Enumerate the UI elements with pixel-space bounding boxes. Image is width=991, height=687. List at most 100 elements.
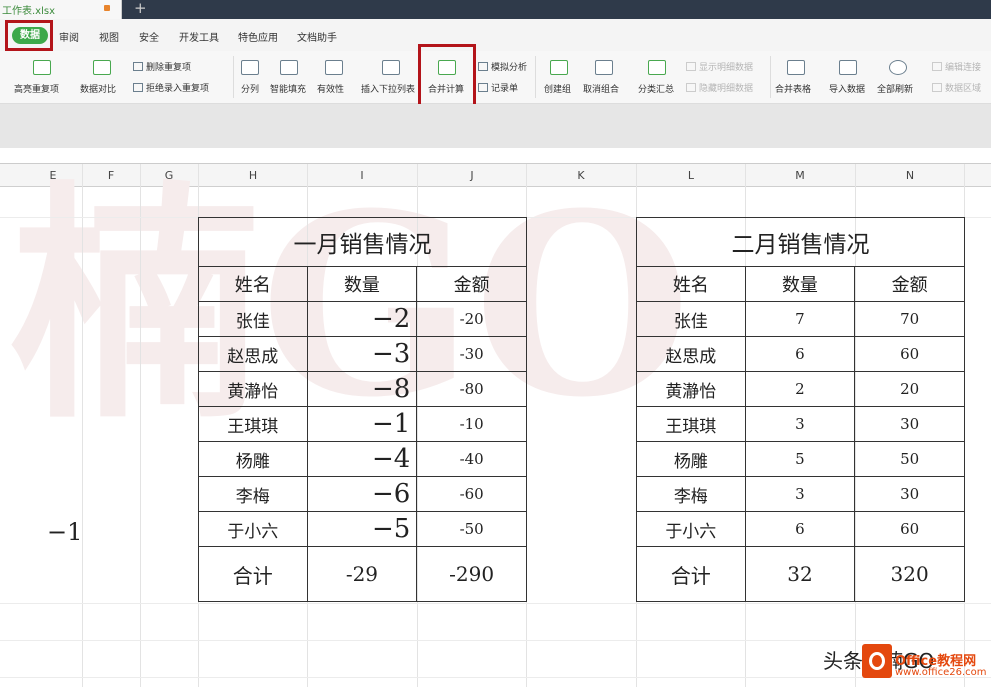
column-header-f[interactable]: F [103, 169, 119, 182]
show-detail-button[interactable]: 显示明细数据 [686, 60, 753, 73]
column-header-e[interactable]: E [45, 169, 61, 182]
amount-cell[interactable]: -40 [416, 441, 527, 477]
ungroup-button[interactable]: 取消组合 [583, 82, 619, 95]
amount-cell[interactable]: -20 [416, 301, 527, 337]
column-header-n[interactable]: N [902, 169, 918, 182]
refresh-all-button[interactable]: 全部刷新 [877, 82, 913, 95]
qty-cell[interactable]: 7 [744, 301, 856, 337]
name-cell[interactable]: 赵思成 [636, 336, 746, 372]
qty-cell[interactable]: −3 [306, 336, 418, 372]
name-cell[interactable]: 杨雕 [636, 441, 746, 477]
name-cell[interactable]: 王琪琪 [198, 406, 308, 442]
ribbon-separator [770, 56, 771, 98]
column-header-l[interactable]: L [683, 169, 699, 182]
amount-cell[interactable]: 30 [854, 406, 965, 442]
hide-detail-label: 隐藏明细数据 [699, 84, 754, 94]
header-amount[interactable]: 金额 [416, 266, 527, 302]
amount-cell[interactable]: 30 [854, 476, 965, 512]
name-cell[interactable]: 王琪琪 [636, 406, 746, 442]
column-header-g[interactable]: G [161, 169, 177, 182]
total-label[interactable]: 合计 [198, 546, 308, 602]
total-amount[interactable]: -290 [416, 546, 527, 602]
name-cell[interactable]: 李梅 [636, 476, 746, 512]
plus-icon[interactable]: + [134, 0, 147, 17]
import-data-button[interactable]: 导入数据 [829, 82, 865, 95]
insert-dropdown-button[interactable]: 插入下拉列表 [361, 82, 415, 95]
qty-cell[interactable]: 3 [744, 406, 856, 442]
qty-cell[interactable]: −4 [306, 441, 418, 477]
qty-cell[interactable]: 2 [744, 371, 856, 407]
total-qty[interactable]: -29 [306, 546, 418, 602]
reject-dup-label: 拒绝录入重复项 [146, 84, 210, 94]
header-qty[interactable]: 数量 [306, 266, 418, 302]
amount-cell[interactable]: 60 [854, 336, 965, 372]
qty-cell[interactable]: 5 [744, 441, 856, 477]
column-header-h[interactable]: H [245, 169, 261, 182]
menu-developer[interactable]: 开发工具 [179, 29, 219, 44]
hide-detail-button[interactable]: 隐藏明细数据 [686, 81, 753, 94]
amount-cell[interactable]: -60 [416, 476, 527, 512]
qty-cell[interactable]: −8 [306, 371, 418, 407]
qty-cell[interactable]: −1 [306, 406, 418, 442]
january-title[interactable]: 一月销售情况 [198, 217, 527, 267]
february-title[interactable]: 二月销售情况 [636, 217, 965, 267]
qty-cell[interactable]: −2 [306, 301, 418, 337]
merge-tables-button[interactable]: 合并表格 [775, 82, 811, 95]
column-header-m[interactable]: M [792, 169, 808, 182]
menu-review[interactable]: 审阅 [59, 29, 79, 44]
name-cell[interactable]: 赵思成 [198, 336, 308, 372]
amount-cell[interactable]: -80 [416, 371, 527, 407]
data-compare-button[interactable]: 数据对比 [80, 82, 116, 95]
amount-cell[interactable]: 20 [854, 371, 965, 407]
amount-cell[interactable]: 70 [854, 301, 965, 337]
amount-cell[interactable]: 60 [854, 511, 965, 547]
table-row: 王琪琪 3 30 [636, 406, 965, 442]
record-button[interactable]: 记录单 [478, 81, 518, 94]
delete-dup-button[interactable]: 删除重复项 [133, 60, 191, 73]
menu-security[interactable]: 安全 [139, 29, 159, 44]
qty-cell[interactable]: 6 [744, 336, 856, 372]
highlight-dup-button[interactable]: 高亮重复项 [14, 82, 59, 95]
total-label[interactable]: 合计 [636, 546, 746, 602]
name-cell[interactable]: 于小六 [636, 511, 746, 547]
qty-cell[interactable]: −5 [306, 511, 418, 547]
name-cell[interactable]: 黄瀞怡 [198, 371, 308, 407]
split-button[interactable]: 分列 [241, 82, 259, 95]
file-tab[interactable]: 工作表.xlsx [0, 0, 122, 19]
total-qty[interactable]: 32 [744, 546, 856, 602]
amount-cell[interactable]: 50 [854, 441, 965, 477]
header-qty[interactable]: 数量 [744, 266, 856, 302]
simulate-button[interactable]: 模拟分析 [478, 60, 527, 73]
edit-links-button[interactable]: 编辑连接 [932, 60, 981, 73]
name-cell[interactable]: 张佳 [198, 301, 308, 337]
cell-e-value[interactable]: −1 [47, 518, 82, 546]
validity-button[interactable]: 有效性 [317, 82, 344, 95]
qty-cell[interactable]: −6 [306, 476, 418, 512]
column-header-i[interactable]: I [354, 169, 370, 182]
header-name[interactable]: 姓名 [636, 266, 746, 302]
header-amount[interactable]: 金额 [854, 266, 965, 302]
name-cell[interactable]: 黄瀞怡 [636, 371, 746, 407]
menu-view[interactable]: 视图 [99, 29, 119, 44]
amount-cell[interactable]: -30 [416, 336, 527, 372]
column-header-k[interactable]: K [573, 169, 589, 182]
create-group-button[interactable]: 创建组 [544, 82, 571, 95]
amount-cell[interactable]: -50 [416, 511, 527, 547]
name-cell[interactable]: 于小六 [198, 511, 308, 547]
column-header-j[interactable]: J [464, 169, 480, 182]
data-region-button[interactable]: 数据区域 [932, 81, 981, 94]
menu-doc-assistant[interactable]: 文档助手 [297, 29, 337, 44]
qty-cell[interactable]: 6 [744, 511, 856, 547]
qty-cell[interactable]: 3 [744, 476, 856, 512]
name-cell[interactable]: 杨雕 [198, 441, 308, 477]
amount-cell[interactable]: -10 [416, 406, 527, 442]
name-cell[interactable]: 张佳 [636, 301, 746, 337]
subtotal-icon [648, 60, 666, 75]
smart-fill-button[interactable]: 智能填充 [270, 82, 306, 95]
name-cell[interactable]: 李梅 [198, 476, 308, 512]
subtotal-button[interactable]: 分类汇总 [638, 82, 674, 95]
total-amount[interactable]: 320 [854, 546, 965, 602]
header-name[interactable]: 姓名 [198, 266, 308, 302]
menu-features[interactable]: 特色应用 [238, 29, 278, 44]
reject-dup-button[interactable]: 拒绝录入重复项 [133, 81, 209, 94]
